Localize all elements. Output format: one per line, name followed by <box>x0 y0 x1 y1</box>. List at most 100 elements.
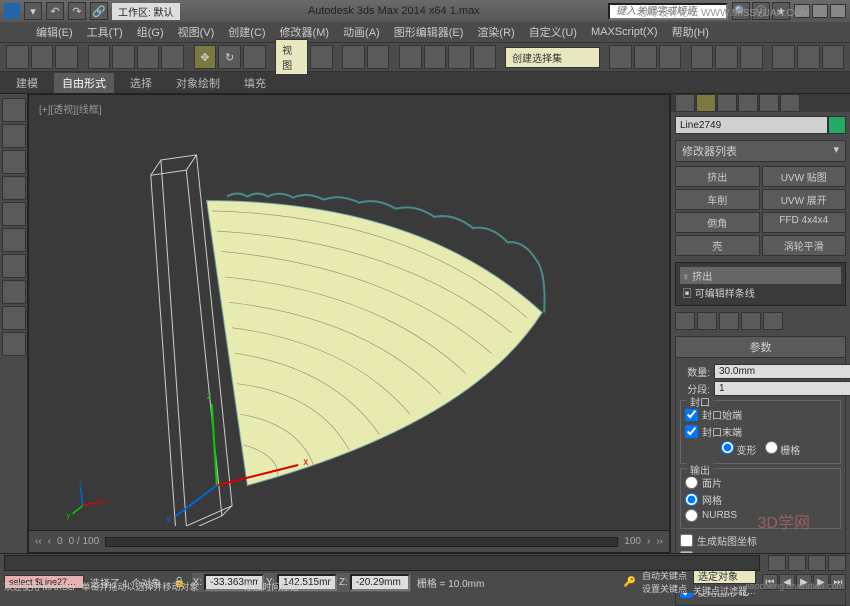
menu-maxscript[interactable]: MAXScript(X) <box>585 24 664 40</box>
maximize-button[interactable] <box>812 4 828 18</box>
output-nurbs-radio[interactable] <box>685 509 698 522</box>
percent-snap-button[interactable] <box>448 45 471 69</box>
manipulate-button[interactable] <box>342 45 365 69</box>
tab-display[interactable] <box>759 94 779 112</box>
mod-bevel[interactable]: 倒角 <box>675 212 760 233</box>
cap-end-checkbox[interactable] <box>685 425 698 438</box>
unlink-button[interactable] <box>31 45 54 69</box>
undo-button[interactable]: ↶ <box>46 2 64 20</box>
mod-turbosmooth[interactable]: 涡轮平滑 <box>762 235 847 256</box>
modifier-list-dropdown[interactable]: 修改器列表▾ <box>675 140 846 162</box>
spinner-snap-button[interactable] <box>473 45 496 69</box>
ltool-10[interactable] <box>2 332 26 356</box>
ltool-3[interactable] <box>2 150 26 174</box>
ltool-6[interactable] <box>2 228 26 252</box>
ribbon-objectpaint[interactable]: 对象绘制 <box>168 73 228 93</box>
redo-button[interactable]: ↷ <box>68 2 86 20</box>
tab-modify[interactable] <box>696 94 716 112</box>
render-button[interactable] <box>822 45 845 69</box>
mod-uvwmap[interactable]: UVW 贴图 <box>762 166 847 187</box>
rotate-button[interactable]: ↻ <box>218 45 241 69</box>
segments-spinner[interactable] <box>714 381 850 396</box>
close-button[interactable] <box>830 4 846 18</box>
object-color-swatch[interactable] <box>828 116 846 134</box>
menu-help[interactable]: 帮助(H) <box>666 22 715 42</box>
select-region-button[interactable] <box>137 45 160 69</box>
ltool-9[interactable] <box>2 306 26 330</box>
nav-zoom-button[interactable] <box>808 555 826 571</box>
tab-hierarchy[interactable] <box>717 94 737 112</box>
window-crossing-button[interactable] <box>161 45 184 69</box>
stack-editable-spline[interactable]: ▣ 可编辑样条线 <box>680 284 841 301</box>
unique-button[interactable] <box>719 312 739 330</box>
tab-create[interactable] <box>675 94 695 112</box>
workspace-selector[interactable]: 工作区: 默认 <box>112 3 180 20</box>
mod-lathe[interactable]: 车削 <box>675 189 760 210</box>
remove-mod-button[interactable] <box>741 312 761 330</box>
setkey-button[interactable]: 设置关键点 <box>642 582 687 595</box>
angle-snap-button[interactable] <box>424 45 447 69</box>
render-setup-button[interactable] <box>772 45 795 69</box>
menu-custom[interactable]: 自定义(U) <box>523 22 583 42</box>
pivot-button[interactable] <box>310 45 333 69</box>
ltool-2[interactable] <box>2 124 26 148</box>
menu-create[interactable]: 创建(C) <box>222 22 271 42</box>
select-button[interactable] <box>88 45 111 69</box>
menu-group[interactable]: 组(G) <box>131 22 170 42</box>
ribbon-selection[interactable]: 选择 <box>122 73 160 93</box>
scale-button[interactable] <box>243 45 266 69</box>
ltool-5[interactable] <box>2 202 26 226</box>
cap-start-checkbox[interactable] <box>685 408 698 421</box>
modifier-stack[interactable]: ♀ 挤出 ▣ 可编辑样条线 <box>675 262 846 306</box>
bind-button[interactable] <box>55 45 78 69</box>
stack-extrude[interactable]: ♀ 挤出 <box>680 267 841 284</box>
menu-view[interactable]: 视图(V) <box>172 22 221 42</box>
configure-button[interactable] <box>763 312 783 330</box>
ltool-8[interactable] <box>2 280 26 304</box>
link-button[interactable]: 🔗 <box>90 2 108 20</box>
time-slider[interactable] <box>105 537 618 547</box>
menu-render[interactable]: 渲染(R) <box>471 22 520 42</box>
ltool-7[interactable] <box>2 254 26 278</box>
keyboard-button[interactable] <box>367 45 390 69</box>
track-bar[interactable] <box>4 555 760 571</box>
ribbon-freeform[interactable]: 自由形式 <box>54 73 114 93</box>
ltool-4[interactable] <box>2 176 26 200</box>
mod-extrude[interactable]: 挤出 <box>675 166 760 187</box>
nav-orbit-button[interactable] <box>788 555 806 571</box>
render-frame-button[interactable] <box>797 45 820 69</box>
ltool-1[interactable] <box>2 98 26 122</box>
pin-stack-button[interactable] <box>675 312 695 330</box>
material-editor-button[interactable] <box>740 45 763 69</box>
output-mesh-radio[interactable] <box>685 493 698 506</box>
menu-graph[interactable]: 图形编辑器(E) <box>388 22 470 42</box>
viewport-label[interactable]: [+][透视][线框] <box>39 101 102 116</box>
menu-animation[interactable]: 动画(A) <box>337 22 386 42</box>
amount-spinner[interactable] <box>714 364 850 379</box>
mod-shell[interactable]: 壳 <box>675 235 760 256</box>
mirror-button[interactable] <box>609 45 632 69</box>
mod-unwrap[interactable]: UVW 展开 <box>762 189 847 210</box>
nav-pan-button[interactable] <box>768 555 786 571</box>
select-link-button[interactable] <box>6 45 29 69</box>
align-button[interactable] <box>634 45 657 69</box>
menu-edit[interactable]: 编辑(E) <box>30 22 79 42</box>
tab-motion[interactable] <box>738 94 758 112</box>
snap-toggle-button[interactable] <box>399 45 422 69</box>
viewport[interactable]: x z y x z y <box>33 99 665 526</box>
ribbon-modeling[interactable]: 建模 <box>8 73 46 93</box>
add-time-marker[interactable]: 添加时间标记 <box>245 580 299 593</box>
select-name-button[interactable] <box>112 45 135 69</box>
ribbon-populate[interactable]: 填充 <box>236 73 274 93</box>
curve-editor-button[interactable] <box>691 45 714 69</box>
move-button[interactable]: ✥ <box>194 45 217 69</box>
gen-uv-checkbox[interactable] <box>680 534 693 547</box>
nav-max-button[interactable] <box>828 555 846 571</box>
app-menu-button[interactable]: ▾ <box>24 2 42 20</box>
layers-button[interactable] <box>659 45 682 69</box>
show-end-button[interactable] <box>697 312 717 330</box>
grid-radio[interactable] <box>765 441 778 454</box>
object-name-field[interactable] <box>675 116 828 134</box>
output-patch-radio[interactable] <box>685 476 698 489</box>
tab-utilities[interactable] <box>780 94 800 112</box>
